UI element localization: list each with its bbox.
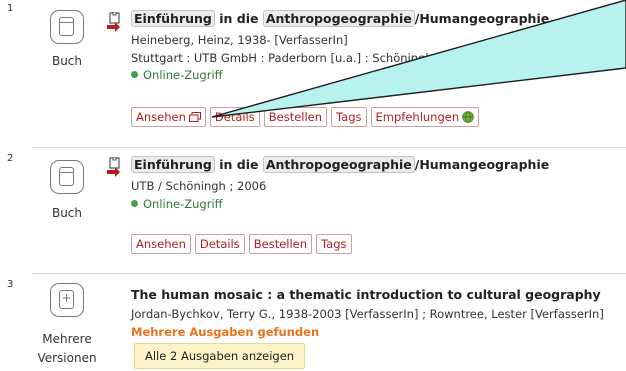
highlight-term: Anthropogeographie (262, 156, 415, 173)
book-icon (50, 160, 84, 194)
multiple-versions-icon: + (50, 283, 84, 317)
online-access[interactable]: Online-Zugriff (131, 197, 223, 211)
online-access[interactable]: Online-Zugriff (131, 68, 223, 82)
highlight-term: Anthropogeographie (262, 10, 415, 27)
details-button[interactable]: Details (194, 234, 245, 254)
tags-button[interactable]: Tags (316, 234, 352, 254)
details-button[interactable]: Details (209, 107, 260, 127)
result-number: 2 (7, 153, 14, 164)
multiple-editions-notice: Mehrere Ausgaben gefunden (131, 325, 320, 339)
divider (32, 147, 626, 148)
view-button[interactable]: Ansehen (131, 107, 206, 127)
action-buttons: Ansehen Details Bestellen Tags (131, 234, 352, 254)
publisher-line: Stuttgart : UTB GmbH : Paderborn [u.a.] … (131, 51, 433, 65)
highlight-term: Einführung (131, 10, 215, 27)
view-button[interactable]: Ansehen (131, 234, 191, 254)
result-title[interactable]: The human mosaic : a thematic introducti… (131, 287, 601, 302)
media-type-label: Mehrere (42, 332, 92, 346)
tags-button[interactable]: Tags (331, 107, 367, 127)
globe-icon (462, 111, 474, 123)
add-to-cart-icon[interactable] (106, 12, 124, 32)
book-icon (50, 10, 84, 44)
result-number: 3 (7, 279, 14, 290)
show-all-editions-button[interactable]: Alle 2 Ausgaben anzeigen (134, 343, 306, 369)
highlight-term: Einführung (131, 156, 215, 173)
author-line: Jordan-Bychkov, Terry G., 1938-2003 [Ver… (131, 307, 604, 321)
recommendations-button[interactable]: Empfehlungen (370, 107, 480, 127)
order-button[interactable]: Bestellen (248, 234, 313, 254)
media-type-label: Buch (51, 54, 83, 68)
divider (32, 273, 626, 274)
media-type-label: Buch (51, 206, 83, 220)
result-title[interactable]: Einführung in die Anthropogeographie/Hum… (131, 156, 549, 173)
media-type-label: Versionen (37, 351, 97, 365)
author-line: Heineberg, Heinz, 1938- [VerfasserIn] (131, 33, 348, 47)
new-window-icon (188, 112, 201, 122)
add-to-cart-icon[interactable] (106, 157, 124, 177)
status-dot-icon (131, 71, 138, 78)
publisher-line: UTB / Schöningh ; 2006 (131, 179, 267, 193)
order-button[interactable]: Bestellen (263, 107, 328, 127)
result-title[interactable]: Einführung in die Anthropogeographie/Hum… (131, 10, 549, 27)
action-buttons: Ansehen Details Bestellen Tags Empfehlun… (131, 107, 480, 127)
status-dot-icon (131, 200, 138, 207)
result-number: 1 (7, 3, 14, 14)
